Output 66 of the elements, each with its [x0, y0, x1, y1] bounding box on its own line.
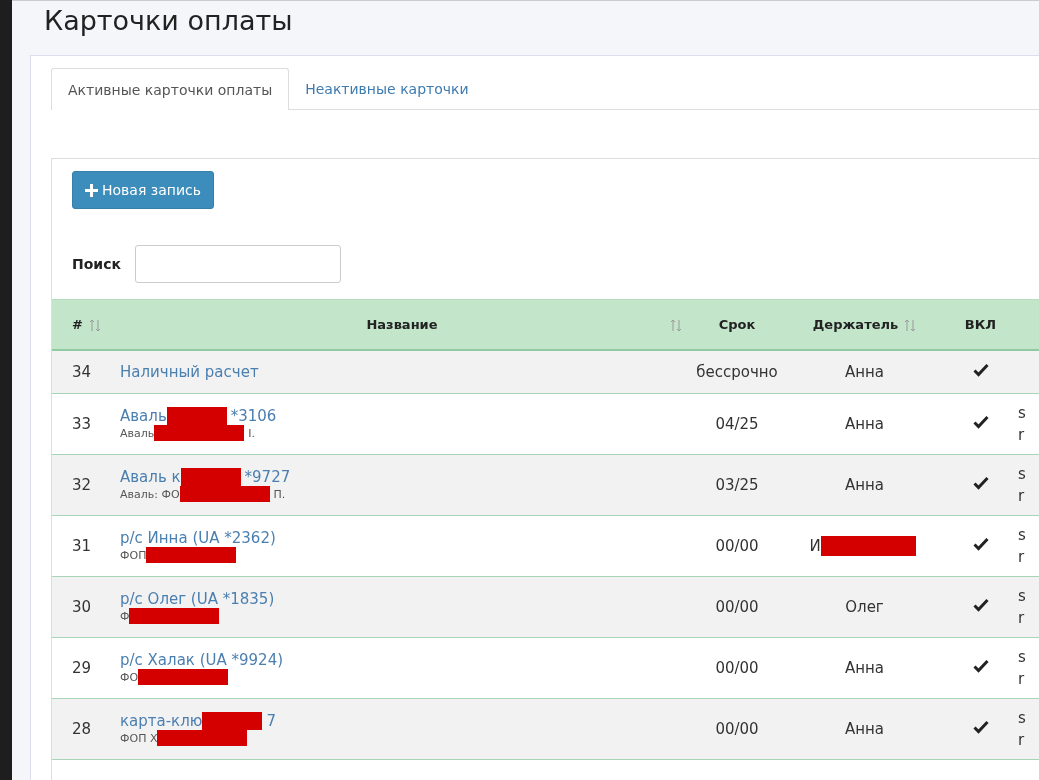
holder-text: Олег: [845, 598, 884, 616]
card-owner-text: Ф: [120, 609, 130, 623]
table-cell-text: r: [1018, 486, 1026, 507]
card-owner-text: I.: [248, 426, 255, 440]
table-cell: 00/00: [715, 598, 759, 616]
table-cell: 00/00: [715, 659, 759, 677]
table-cell: 03/25: [715, 476, 759, 494]
sort-icon[interactable]: [904, 318, 917, 332]
column-header[interactable]: #: [52, 299, 112, 350]
holder-text: Анна: [844, 720, 885, 738]
tab[interactable]: Неактивные карточки: [289, 68, 485, 110]
table-cell: 31: [52, 515, 112, 577]
table-cell-text: r: [1018, 730, 1026, 751]
card-name-link[interactable]: р/с Инна (UA *2362): [120, 529, 276, 547]
holder-text: Анна: [844, 415, 885, 433]
table-cell-text: s: [1018, 464, 1027, 485]
card-name-link[interactable]: Аваль: [120, 407, 167, 425]
column-header[interactable]: Название: [112, 299, 692, 350]
table-cell: 34: [52, 349, 112, 394]
card-owner-text: ФО: [120, 670, 139, 684]
table-cell-text: s: [1018, 403, 1027, 424]
table-cell: 29: [52, 637, 112, 699]
card-owner-text: Аваль: [120, 426, 155, 440]
table-cell-text: r: [1018, 425, 1026, 446]
table-cell-text: r: [1018, 547, 1026, 568]
table-cell: 28: [52, 698, 112, 760]
table-cell-text: s: [1018, 647, 1027, 668]
card-owner-text: Аваль: ФО: [120, 487, 180, 501]
holder-text: Анна: [844, 659, 885, 677]
card-owner-text: ФОП: [120, 548, 147, 562]
card-name-link[interactable]: карта-клю: [120, 712, 203, 730]
table-cell: 00/00: [715, 720, 759, 738]
search-label: Поиск: [72, 256, 121, 272]
holder-text: Анна: [844, 362, 885, 381]
table-cell: 30: [52, 576, 112, 638]
column-header[interactable]: Срок: [692, 299, 782, 350]
table-cell: бессрочно: [696, 362, 778, 381]
sort-icon[interactable]: [88, 318, 101, 332]
table-cell: 32: [52, 454, 112, 516]
table-cell-text: s: [1018, 586, 1027, 607]
table-cell-text: s: [1018, 525, 1027, 546]
card-owner-text: П.: [273, 487, 286, 501]
card-name-link[interactable]: Аваль к: [120, 468, 181, 486]
page-title: Карточки оплаты: [43, 4, 294, 38]
card-name-link[interactable]: р/с Олег (UA *1835): [120, 590, 275, 608]
search-field[interactable]: [134, 245, 341, 283]
card-owner-text: ФОП Х: [120, 731, 158, 745]
new-record-button[interactable]: Новая запись: [72, 171, 215, 209]
holder-text: Анна: [844, 476, 885, 494]
table-cell: 00/00: [715, 537, 759, 555]
table-cell-text: r: [1018, 608, 1026, 629]
sort-icon[interactable]: [670, 319, 682, 332]
table-cell-text: r: [1018, 669, 1026, 690]
card-name-link[interactable]: *3106: [230, 407, 277, 425]
column-header[interactable]: Держатель: [782, 299, 947, 350]
column-header[interactable]: ВКЛ: [947, 299, 1014, 350]
card-name-link[interactable]: р/с Халак (UA *9924): [120, 651, 284, 669]
table-cell-text: s: [1018, 708, 1027, 729]
card-name-link[interactable]: Наличный расчет: [120, 362, 259, 381]
card-name-link[interactable]: 7: [266, 712, 276, 730]
holder-text: И: [809, 536, 821, 555]
card-name-link[interactable]: *9727: [244, 468, 291, 486]
plus-icon: [85, 183, 98, 197]
table-cell: 33: [52, 393, 112, 455]
table-cell: 04/25: [715, 415, 759, 433]
tab[interactable]: Активные карточки оплаты: [51, 68, 290, 110]
